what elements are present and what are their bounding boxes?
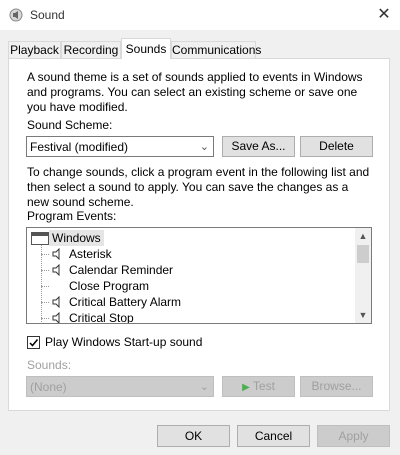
list-scrollbar[interactable]: ▲ ▼ — [355, 228, 371, 323]
startup-sound-label[interactable]: Play Windows Start-up sound — [45, 335, 202, 350]
list-item-calendar-reminder[interactable]: Calendar Reminder — [27, 262, 353, 278]
cancel-button[interactable]: Cancel — [237, 425, 310, 447]
speaker-app-icon — [9, 8, 23, 22]
list-item-label: Critical Stop — [69, 311, 134, 324]
chevron-down-icon: ⌄ — [199, 141, 209, 153]
list-item-label: Critical Battery Alarm — [69, 295, 182, 309]
program-events-list[interactable]: Windows Asterisk Calendar Reminder Close… — [26, 227, 372, 324]
intro-text: A sound theme is a set of sounds applied… — [27, 70, 363, 114]
tab-communications[interactable]: Communications — [171, 41, 261, 58]
sound-scheme-value: Festival (modified) — [30, 140, 129, 154]
list-item-label: Calendar Reminder — [69, 263, 174, 277]
scroll-down-icon[interactable]: ▼ — [355, 307, 371, 323]
delete-button[interactable]: Delete — [300, 136, 373, 157]
chevron-down-icon: ⌄ — [199, 381, 209, 393]
close-icon[interactable]: ✕ — [372, 3, 396, 27]
instructions-text: To change sounds, click a program event … — [27, 165, 370, 209]
sounds-select[interactable]: (None) ⌄ — [26, 376, 214, 397]
tab-playback[interactable]: Playback — [8, 41, 61, 58]
test-button[interactable]: ▶ Test — [222, 376, 295, 397]
list-item-close-program[interactable]: Close Program — [27, 278, 353, 294]
tab-recording[interactable]: Recording — [61, 41, 121, 58]
tab-sounds[interactable]: Sounds — [121, 38, 171, 59]
list-item-label: Close Program — [69, 279, 150, 293]
save-as-button[interactable]: Save As... — [222, 136, 295, 157]
test-button-label: Test — [252, 379, 275, 393]
sound-scheme-label: Sound Scheme: — [27, 118, 113, 132]
scroll-up-icon[interactable]: ▲ — [355, 228, 371, 244]
program-events-label: Program Events: — [27, 209, 117, 223]
windows-group-icon — [31, 232, 49, 245]
scroll-thumb[interactable] — [357, 245, 369, 263]
list-item-label: Asterisk — [69, 247, 112, 261]
apply-button[interactable]: Apply — [317, 425, 390, 447]
play-icon: ▶ — [242, 382, 250, 393]
sounds-select-value: (None) — [30, 380, 67, 394]
list-item-critical-battery-alarm[interactable]: Critical Battery Alarm — [27, 294, 353, 310]
speaker-icon — [51, 311, 63, 323]
checkmark-icon — [29, 339, 39, 347]
browse-button[interactable]: Browse... — [300, 376, 373, 397]
window-title: Sound — [30, 8, 65, 22]
list-item-asterisk[interactable]: Asterisk — [27, 246, 353, 262]
list-item-windows[interactable]: Windows — [27, 230, 353, 246]
sound-scheme-select[interactable]: Festival (modified) ⌄ — [26, 136, 214, 157]
list-item-critical-stop[interactable]: Critical Stop — [27, 310, 353, 324]
list-item-label: Windows — [49, 230, 104, 246]
ok-button[interactable]: OK — [157, 425, 230, 447]
startup-sound-checkbox[interactable] — [27, 336, 40, 349]
sounds-label: Sounds: — [27, 358, 72, 372]
